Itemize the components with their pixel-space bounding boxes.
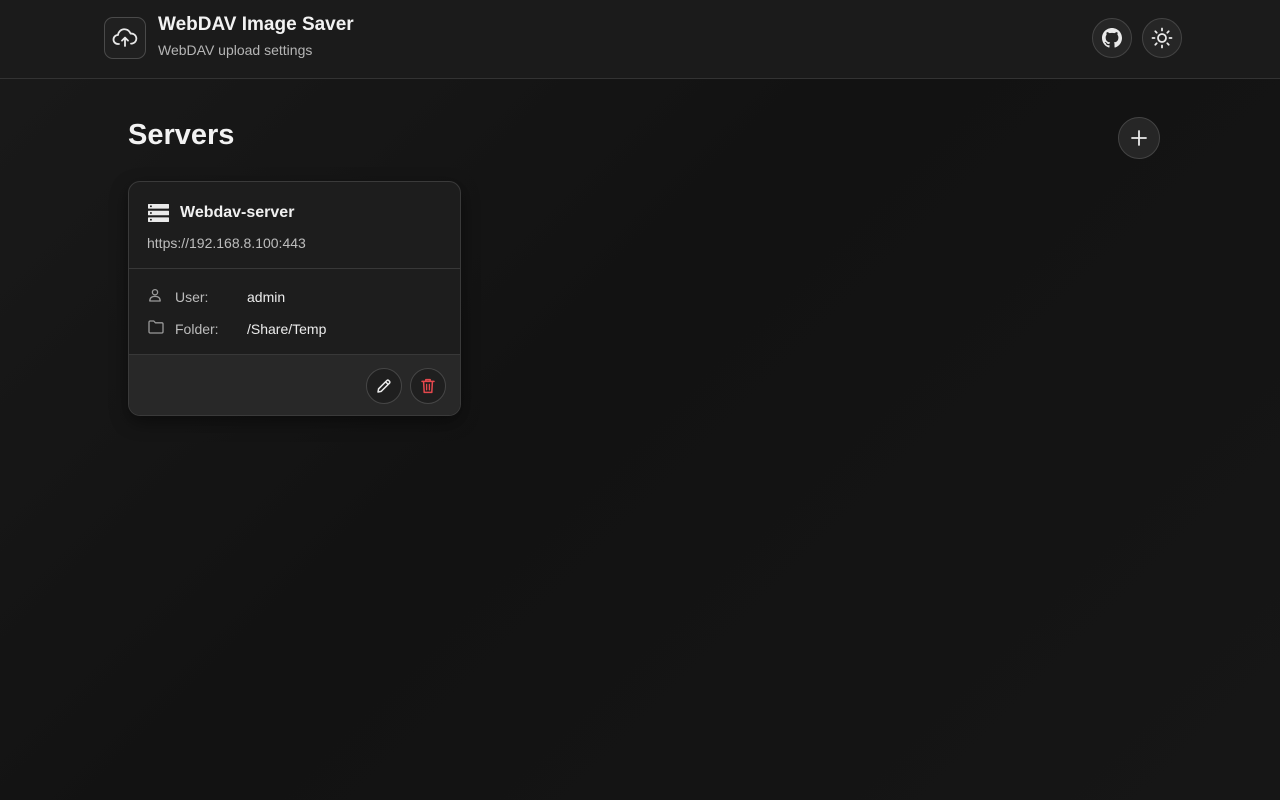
app-header: WebDAV Image Saver WebDAV upload setting… — [0, 0, 1280, 79]
folder-value: /Share/Temp — [247, 321, 327, 337]
folder-icon — [148, 320, 164, 334]
cloud-upload-icon — [112, 28, 138, 47]
app-title: WebDAV Image Saver — [158, 14, 354, 35]
user-label: User: — [175, 289, 209, 305]
app-subtitle: WebDAV upload settings — [158, 42, 313, 58]
github-button[interactable] — [1092, 18, 1132, 58]
server-card: Webdav-server https://192.168.8.100:443 … — [128, 181, 461, 416]
folder-label: Folder: — [175, 321, 219, 337]
delete-server-button[interactable] — [410, 368, 446, 404]
theme-toggle-button[interactable] — [1142, 18, 1182, 58]
app-logo — [104, 17, 146, 59]
plus-icon — [1131, 130, 1147, 146]
pencil-icon — [377, 379, 391, 393]
server-name: Webdav-server — [180, 204, 295, 221]
trash-icon — [421, 378, 435, 394]
server-url: https://192.168.8.100:443 — [147, 235, 306, 251]
server-icon — [148, 204, 169, 222]
server-details: User: admin Folder: /Share/Temp — [129, 269, 460, 355]
server-card-actions — [129, 355, 460, 415]
edit-server-button[interactable] — [366, 368, 402, 404]
user-icon — [149, 288, 161, 302]
sun-icon — [1151, 27, 1173, 49]
server-card-header: Webdav-server https://192.168.8.100:443 — [129, 182, 460, 269]
add-server-button[interactable] — [1118, 117, 1160, 159]
page-title: Servers — [128, 119, 235, 151]
github-icon — [1102, 28, 1122, 48]
user-value: admin — [247, 289, 286, 305]
